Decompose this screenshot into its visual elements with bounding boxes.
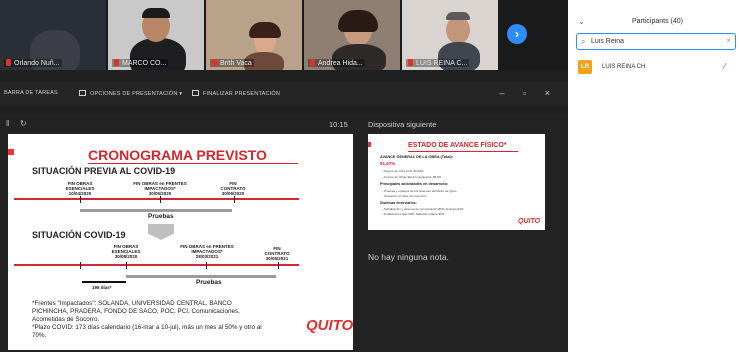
current-slide: CRONOGRAMA PREVISTO SITUACIÓN PREVIA AL … xyxy=(8,134,353,350)
next-slide-text: - Avance de Obras Electromecánicas: 86,6… xyxy=(382,175,442,179)
participant-face xyxy=(446,16,470,44)
reset-timer-icon[interactable]: ↻ xyxy=(20,119,27,128)
delay-bar xyxy=(82,281,126,283)
footnote-line: PICHINCHA, PRADERA, FONDO DE SACO, POC, … xyxy=(32,308,240,315)
zoom-meeting-window: Orlando Nuñ... MARCO CO... Brith Vaca An… xyxy=(0,0,568,352)
next-slide-text: - Pruebas y ensayos de los sistemas del … xyxy=(382,189,457,193)
timeline-tick xyxy=(234,196,235,203)
video-tile-name: Brith Vaca xyxy=(210,59,254,67)
slide-corner-decoration xyxy=(368,142,371,147)
presentation-timer: 10:15 xyxy=(329,120,348,129)
footnote-line: *Plazo COVID: 173 días calendario (16-ma… xyxy=(32,324,262,331)
quito-logo: QUITO xyxy=(306,317,353,334)
participant-hair xyxy=(446,12,470,20)
video-tile-name: Orlando Nuñ... xyxy=(4,59,62,67)
delay-days-label: 195 días* xyxy=(92,285,112,290)
video-tile-brith[interactable]: Brith Vaca xyxy=(206,0,302,70)
next-slide-text: Sistemas ferroviarios: xyxy=(380,201,417,205)
video-tile-name: Andrea Hida... xyxy=(308,59,365,67)
pause-icon[interactable]: ‖ xyxy=(6,119,9,128)
participant-row[interactable]: LR LUIS REINA CH. ⁄ xyxy=(576,60,739,76)
next-slide-text: - Operación en fase de recepción xyxy=(382,194,427,198)
milestone-fin-obras-frentes-1: FIN OBRAS en FRENTES IMPACTADOS* 30/05/202… xyxy=(133,181,187,196)
collapse-chevron-icon[interactable]: ⌄ xyxy=(578,17,585,26)
timeline-tick xyxy=(278,262,279,269)
muted-mic-icon[interactable]: ⁄ xyxy=(724,62,725,71)
next-slide-text: - Instalaciones fijas 90%, Material roda… xyxy=(382,212,445,216)
milestone-fin-obras-esenciales-2: FIN OBRAS ESENCIALES 30/08/2020 xyxy=(111,244,141,259)
muted-mic-icon xyxy=(114,59,119,66)
next-slide-title: ESTADO DE AVANCE FÍSICO* xyxy=(408,142,507,149)
participants-title: Participants (40) xyxy=(632,18,683,25)
muted-mic-icon xyxy=(408,59,413,66)
participant-hair xyxy=(249,22,281,38)
participant-search-box[interactable]: ⌕ × xyxy=(576,33,736,50)
slide-title: CRONOGRAMA PREVISTO xyxy=(88,147,267,163)
milestone-fin-obras-esenciales-1: FIN OBRAS ESENCIALES 10/04/2020 xyxy=(65,181,95,196)
timeline-pre-covid xyxy=(14,198,299,200)
milestone-fin-obras-frentes-2: FIN OBRAS en FRENTES IMPACTADOS* 28/03/202… xyxy=(180,244,234,259)
muted-mic-icon xyxy=(212,59,217,66)
end-presentation-button[interactable]: FINALIZAR PRESENTACIÓN xyxy=(192,90,280,97)
next-slide-preview[interactable]: ESTADO DE AVANCE FÍSICO* AVANCE GENERAL … xyxy=(368,134,545,230)
timeline-tick xyxy=(80,262,81,269)
video-gallery-strip: Orlando Nuñ... MARCO CO... Brith Vaca An… xyxy=(0,0,568,70)
participant-search-input[interactable] xyxy=(591,36,721,47)
pruebas-bar-2 xyxy=(126,275,276,278)
title-underline xyxy=(408,151,518,152)
taskbar-button[interactable]: BARRA DE TAREAS xyxy=(4,90,58,96)
window-controls[interactable]: – ▫ × xyxy=(500,88,558,98)
footnote-line: 70%. xyxy=(32,332,47,339)
timeline-tick xyxy=(160,196,161,203)
next-slide-text: AVANCE GENERAL DE LA OBRA (Total): xyxy=(380,155,454,159)
presenter-view: ‖ ↻ 10:15 Dispositiva siguiente CRONOGRA… xyxy=(0,113,568,352)
clear-search-icon[interactable]: × xyxy=(726,36,731,45)
footnote-line: Acometidas de Socorro. xyxy=(32,316,100,323)
participant-hair xyxy=(142,8,170,18)
participants-panel: ⌄ Participants (40) ⌕ × LR LUIS REINA CH… xyxy=(568,0,739,352)
next-slide-text: - Señalización y sistema de comunicación… xyxy=(382,207,464,211)
video-tile-name: MARCO CO... xyxy=(112,59,169,67)
search-icon: ⌕ xyxy=(581,37,586,46)
presenter-toolbar: BARRA DE TAREAS OPCIONES DE PRESENTACIÓN… xyxy=(0,82,568,106)
video-tile-luis[interactable]: LUIS REINA C... xyxy=(402,0,498,70)
section-pre-covid: SITUACIÓN PREVIA AL COVID-19 xyxy=(32,166,176,176)
next-slide-text: - Avance de Obra Civil: 96,49% xyxy=(382,169,424,173)
quito-logo: QUITO xyxy=(518,218,541,225)
video-tile-marco[interactable]: MARCO CO... xyxy=(108,0,204,70)
footnote-line: *Frentes "Impactados": SOLANDA, UNIVERSI… xyxy=(32,300,232,307)
timeline-covid xyxy=(14,264,299,266)
milestone-fin-contrato-2: FIN CONTRATO 30/05/2021 xyxy=(264,246,290,261)
shift-arrow-shape xyxy=(148,224,174,240)
title-underline xyxy=(88,163,298,164)
participant-hair xyxy=(338,10,378,32)
pruebas-label-1: Pruebas xyxy=(148,213,174,220)
muted-mic-icon xyxy=(6,59,11,66)
presentation-options-button[interactable]: OPCIONES DE PRESENTACIÓN ▾ xyxy=(79,90,182,97)
presenter-header: ‖ ↻ xyxy=(0,113,568,135)
next-slide-percent: 91,67% xyxy=(380,161,396,166)
participant-name: LUIS REINA CH. xyxy=(602,64,648,70)
section-covid: SITUACIÓN COVID-19 xyxy=(32,230,126,240)
video-tile-orlando[interactable]: Orlando Nuñ... xyxy=(0,0,106,70)
video-tile-andrea[interactable]: Andrea Hida... xyxy=(304,0,400,70)
slide-corner-decoration xyxy=(8,149,14,155)
pruebas-bar-1 xyxy=(80,209,232,212)
stop-icon xyxy=(192,90,199,96)
display-icon xyxy=(79,90,86,96)
next-page-arrow-icon[interactable]: › xyxy=(507,24,527,44)
next-slide-label: Dispositiva siguiente xyxy=(368,120,437,129)
speaker-notes: No hay ninguna nota. xyxy=(368,252,449,262)
muted-mic-icon xyxy=(310,59,315,66)
timeline-tick xyxy=(80,196,81,203)
next-slide-text: Principales actividades en desarrollo: xyxy=(380,182,449,186)
milestone-fin-contrato-1: FIN CONTRATO 30/06/2020 xyxy=(220,181,246,196)
timeline-tick xyxy=(206,262,207,269)
avatar: LR xyxy=(578,60,592,74)
video-tile-name: LUIS REINA C... xyxy=(406,59,470,67)
pruebas-label-2: Pruebas xyxy=(196,279,222,286)
timeline-tick xyxy=(126,262,127,269)
